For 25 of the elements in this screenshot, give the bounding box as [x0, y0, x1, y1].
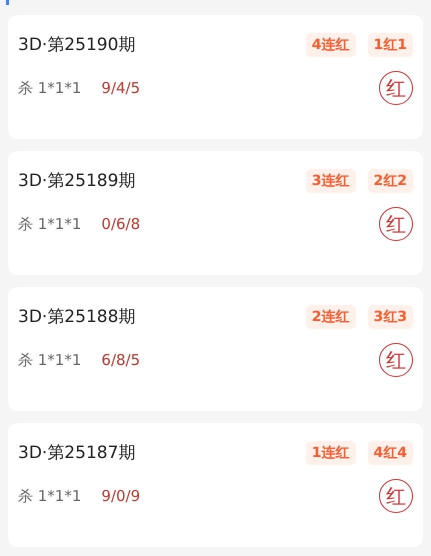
draw-numbers: 6/8/5 — [101, 351, 140, 369]
streak-tag: 2连红 — [306, 305, 356, 329]
streak-tag: 1红1 — [368, 33, 413, 57]
streak-tag: 1连红 — [306, 441, 356, 465]
draw-title: 3D·第25189期 — [18, 170, 136, 193]
result-stamp: 红 — [379, 71, 413, 105]
result-stamp: 红 — [379, 479, 413, 513]
draw-title: 3D·第25187期 — [18, 442, 136, 465]
result-stamp: 红 — [379, 207, 413, 241]
kill-label: 杀 1*1*1 — [18, 350, 82, 370]
streak-tag: 2红2 — [368, 169, 413, 193]
kill-label: 杀 1*1*1 — [18, 78, 82, 98]
accent-bar — [6, 0, 9, 5]
draw-numbers: 0/6/8 — [101, 215, 140, 233]
streak-tag: 4连红 — [306, 33, 356, 57]
draw-numbers: 9/0/9 — [101, 487, 140, 505]
draw-title: 3D·第25188期 — [18, 306, 136, 329]
streak-tag: 3红3 — [368, 305, 413, 329]
draw-numbers: 9/4/5 — [101, 79, 140, 97]
kill-label: 杀 1*1*1 — [18, 486, 82, 506]
kill-label: 杀 1*1*1 — [18, 214, 82, 234]
result-stamp: 红 — [379, 343, 413, 377]
streak-tag: 3连红 — [306, 169, 356, 193]
streak-tag: 4红4 — [368, 441, 413, 465]
draw-title: 3D·第25190期 — [18, 34, 136, 57]
